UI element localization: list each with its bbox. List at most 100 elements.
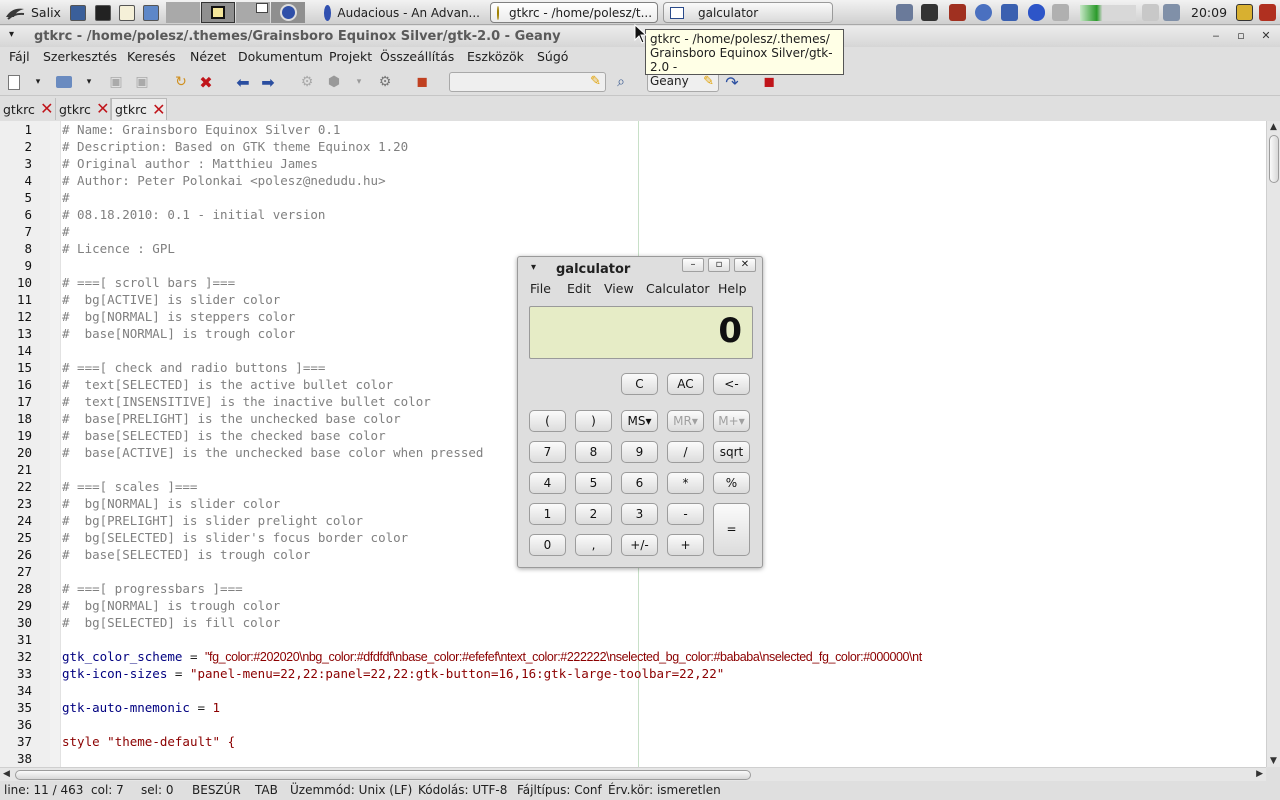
- music-note-icon[interactable]: [1001, 4, 1018, 21]
- add-button[interactable]: +: [667, 534, 704, 556]
- scroll-left-icon[interactable]: ◀: [3, 769, 10, 779]
- calc-menu-calculator[interactable]: Calculator: [646, 281, 709, 296]
- new-dropdown-icon[interactable]: ▾: [29, 73, 47, 91]
- download-icon[interactable]: [949, 4, 966, 21]
- execute-icon[interactable]: ⚙: [376, 73, 394, 91]
- search-input[interactable]: ✎: [449, 72, 606, 92]
- subtract-button[interactable]: -: [667, 503, 704, 525]
- decimal-button[interactable]: ,: [575, 534, 612, 556]
- digit-0-button[interactable]: 0: [529, 534, 566, 556]
- lock-icon[interactable]: [1236, 4, 1253, 21]
- workspace-4[interactable]: [271, 2, 305, 23]
- task-audacious[interactable]: Audacious - An Advan...: [318, 2, 486, 23]
- open-folder-icon[interactable]: [55, 73, 73, 91]
- digit-5-button[interactable]: 5: [575, 472, 612, 494]
- start-menu[interactable]: Salix: [4, 0, 61, 25]
- menu-build[interactable]: Összeállítás: [380, 49, 454, 64]
- paren-open-button[interactable]: (: [529, 410, 566, 432]
- menu-document[interactable]: Dokumentum: [238, 49, 323, 64]
- close-button[interactable]: ✕: [1257, 29, 1275, 43]
- calc-maximize-button[interactable]: ▫: [708, 258, 730, 272]
- calc-minimize-button[interactable]: –: [682, 258, 704, 272]
- all-clear-button[interactable]: AC: [667, 373, 704, 395]
- close-tab-icon[interactable]: ✕: [152, 101, 166, 117]
- quick-launch-browser[interactable]: [143, 0, 159, 25]
- calc-menu-view[interactable]: View: [604, 281, 634, 296]
- navigate-back-icon[interactable]: ⬅: [234, 73, 252, 92]
- compile-icon[interactable]: ⚙: [298, 73, 316, 91]
- search-icon[interactable]: ⌕: [612, 73, 630, 91]
- menu-file[interactable]: Fájl: [9, 49, 30, 64]
- digit-3-button[interactable]: 3: [621, 503, 658, 525]
- open-dropdown-icon[interactable]: ▾: [80, 73, 98, 91]
- task-galculator[interactable]: galculator: [663, 2, 833, 23]
- digit-9-button[interactable]: 9: [621, 441, 658, 463]
- reload-icon[interactable]: ↻: [172, 73, 190, 91]
- build-dropdown-icon[interactable]: ▾: [350, 73, 368, 91]
- tab-gtkrc-1[interactable]: gtkrc ✕: [0, 98, 56, 120]
- memory-save-button[interactable]: MS▾: [621, 410, 658, 432]
- backspace-button[interactable]: <-: [713, 373, 750, 395]
- minimize-button[interactable]: ‒: [1207, 29, 1225, 43]
- calc-close-button[interactable]: ✕: [734, 258, 756, 272]
- menu-view[interactable]: Nézet: [190, 49, 226, 64]
- new-file-icon[interactable]: [5, 73, 23, 91]
- bluetooth-icon[interactable]: [1028, 4, 1045, 21]
- horizontal-scroll-thumb[interactable]: [15, 770, 751, 780]
- memory-recall-button[interactable]: MR▾: [667, 410, 704, 432]
- calc-menu-help[interactable]: Help: [718, 281, 747, 296]
- divide-button[interactable]: /: [667, 441, 704, 463]
- clear-button[interactable]: C: [621, 373, 658, 395]
- tab-gtkrc-3[interactable]: gtkrc ✕: [111, 98, 167, 120]
- workspace-3[interactable]: [236, 2, 270, 23]
- monitor-icon[interactable]: [921, 4, 938, 21]
- save-all-icon[interactable]: ▣: [133, 73, 151, 91]
- tab-gtkrc-2[interactable]: gtkrc ✕: [56, 98, 111, 120]
- navigate-forward-icon[interactable]: ➡: [259, 73, 277, 92]
- close-file-icon[interactable]: ✖: [197, 73, 215, 92]
- maximize-button[interactable]: ▫: [1232, 29, 1250, 43]
- window-menu-icon[interactable]: ▾: [9, 29, 14, 40]
- logout-icon[interactable]: [1259, 4, 1276, 21]
- menu-project[interactable]: Projekt: [329, 49, 372, 64]
- percent-button[interactable]: %: [713, 472, 750, 494]
- workspace-1[interactable]: [166, 2, 200, 23]
- digit-8-button[interactable]: 8: [575, 441, 612, 463]
- task-geany[interactable]: gtkrc - /home/polesz/t...: [490, 2, 658, 23]
- scroll-down-icon[interactable]: ▼: [1270, 756, 1277, 766]
- clock-app-icon[interactable]: [975, 4, 992, 21]
- build-icon[interactable]: ⬢: [325, 73, 343, 91]
- quick-launch-editor[interactable]: [119, 0, 135, 25]
- multiply-button[interactable]: *: [667, 472, 704, 494]
- menu-edit[interactable]: Szerkesztés: [43, 49, 117, 64]
- scroll-up-icon[interactable]: ▲: [1270, 122, 1277, 132]
- window-menu-icon[interactable]: ▾: [531, 262, 536, 273]
- battery-icon[interactable]: [1052, 4, 1069, 21]
- vertical-scroll-thumb[interactable]: [1269, 135, 1279, 183]
- close-tab-icon[interactable]: ✕: [40, 101, 54, 117]
- quick-launch-terminal[interactable]: [95, 0, 111, 25]
- workspace-2[interactable]: [201, 2, 235, 23]
- vertical-scrollbar[interactable]: ▲ ▼: [1266, 121, 1280, 767]
- close-tab-icon[interactable]: ✕: [96, 101, 110, 117]
- galculator-window[interactable]: ▾ galculator – ▫ ✕ File Edit View Calcul…: [517, 256, 763, 568]
- wifi-icon[interactable]: [1163, 4, 1180, 21]
- menu-tools[interactable]: Eszközök: [467, 49, 524, 64]
- digit-6-button[interactable]: 6: [621, 472, 658, 494]
- memory-add-button[interactable]: M+▾: [713, 410, 750, 432]
- clear-search-icon[interactable]: ✎: [590, 74, 601, 89]
- digit-2-button[interactable]: 2: [575, 503, 612, 525]
- save-icon[interactable]: ▣: [107, 73, 125, 91]
- paren-close-button[interactable]: ): [575, 410, 612, 432]
- calc-menu-file[interactable]: File: [530, 281, 551, 296]
- digit-4-button[interactable]: 4: [529, 472, 566, 494]
- negate-button[interactable]: +/-: [621, 534, 658, 556]
- horizontal-scrollbar[interactable]: ◀ ▶: [0, 767, 1266, 781]
- menu-help[interactable]: Súgó: [537, 49, 568, 64]
- clock[interactable]: 20:09: [1191, 5, 1227, 20]
- digit-1-button[interactable]: 1: [529, 503, 566, 525]
- equals-button[interactable]: =: [713, 503, 750, 556]
- quick-launch-file-manager[interactable]: [70, 0, 86, 25]
- scroll-right-icon[interactable]: ▶: [1256, 769, 1263, 779]
- sqrt-button[interactable]: sqrt: [713, 441, 750, 463]
